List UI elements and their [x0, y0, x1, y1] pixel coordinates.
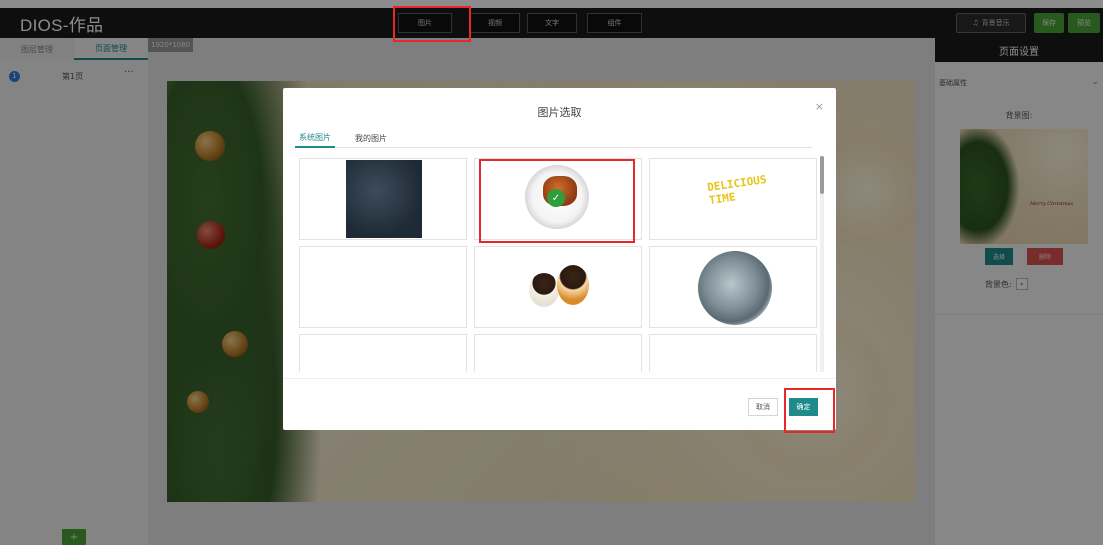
image-cell-blank[interactable] — [649, 334, 817, 372]
image-cell-dark-texture[interactable] — [299, 158, 467, 240]
tab-system-images[interactable]: 系统图片 — [295, 128, 335, 148]
grid-scrollbar[interactable] — [820, 156, 824, 372]
scroll-thumb[interactable] — [820, 156, 824, 194]
image-cell-blank[interactable] — [299, 246, 467, 328]
tab-my-images[interactable]: 我的图片 — [351, 128, 391, 148]
modal-title: 图片选取 — [537, 106, 582, 119]
image-cell-food-plate[interactable]: ✓ — [474, 158, 642, 240]
image-cell-blank[interactable] — [299, 334, 467, 372]
image-cell-delicious-text[interactable]: DELICIOUS TIME — [649, 158, 817, 240]
image-cell-glass[interactable] — [649, 246, 817, 328]
image-cell-pudding-cups[interactable] — [474, 246, 642, 328]
delicious-time-text: DELICIOUS TIME — [706, 172, 768, 208]
glass-image — [698, 251, 772, 325]
modal-tabs: 系统图片 我的图片 — [295, 128, 812, 148]
image-grid: ✓ DELICIOUS TIME — [297, 156, 821, 372]
close-icon[interactable]: × — [815, 100, 824, 113]
divider — [283, 378, 836, 379]
confirm-button[interactable]: 确定 — [789, 398, 818, 416]
image-picker-modal: 图片选取 × 系统图片 我的图片 ✓ DELICIOUS TIME 取消 确定 — [283, 88, 836, 430]
pudding-cup-image — [557, 265, 589, 305]
dark-texture-image — [346, 160, 422, 238]
image-cell-blank[interactable] — [474, 334, 642, 372]
check-icon: ✓ — [547, 189, 565, 207]
cancel-button[interactable]: 取消 — [748, 398, 778, 416]
pudding-cup-image — [529, 273, 559, 307]
